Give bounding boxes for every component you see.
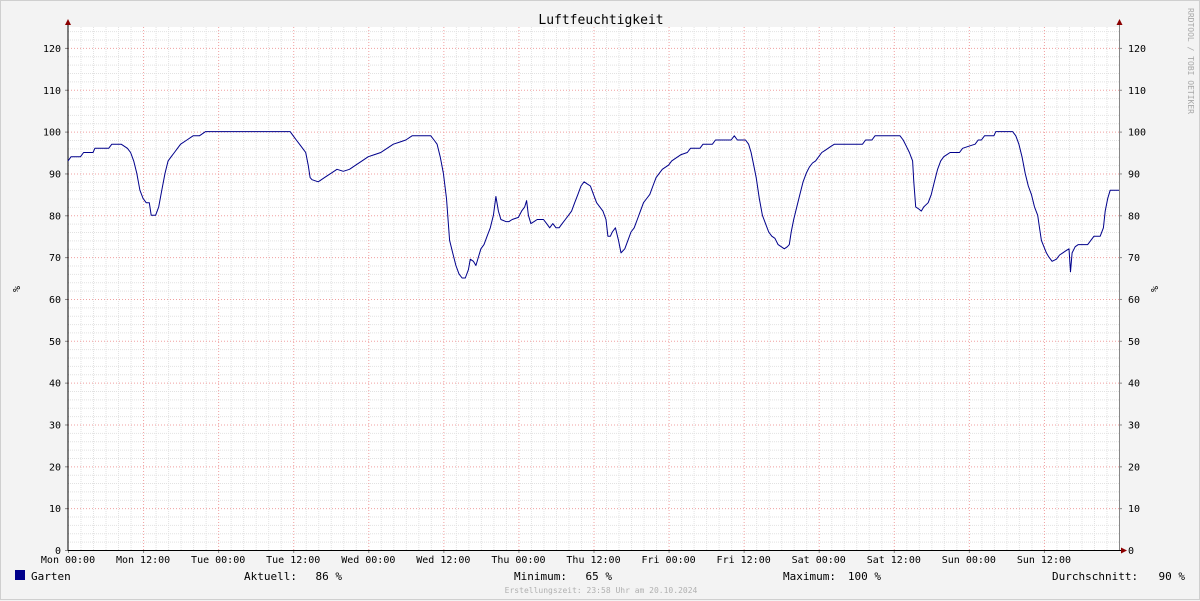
y-tick-label-right: 40: [1128, 379, 1140, 390]
y-tick-label-left: 100: [43, 128, 61, 139]
x-tick-label: Wed 12:00: [416, 555, 470, 566]
y-tick-label-right: 80: [1128, 211, 1140, 222]
stat-avg-label: Durchschnitt:: [1052, 570, 1138, 583]
stat-max-value: 100 %: [848, 570, 881, 583]
humidity-chart: 0 010 1020 2030 3040 4050 5060 6070 7080 8090 9010…: [10, 8, 1195, 595]
x-tick-label: Wed 00:00: [341, 555, 395, 566]
stat-avg-value: 90 %: [1159, 570, 1186, 583]
y-tick-label-right: 110: [1128, 86, 1146, 97]
stat-min-label: Minimum:: [514, 570, 567, 583]
legend-label-garten: Garten: [31, 570, 71, 583]
y-axis-arrow-right: [1116, 19, 1123, 25]
x-tick-label: Sun 12:00: [1017, 555, 1071, 566]
x-tick-label: Sat 00:00: [792, 555, 846, 566]
y-tick-label-right: 20: [1128, 462, 1140, 473]
y-axis-arrow-left: [65, 19, 71, 25]
legend-swatch-garten: [15, 570, 25, 580]
x-axis-arrow: [1121, 547, 1127, 554]
y-tick-label-left: 110: [43, 86, 61, 97]
y-tick-label-right: 10: [1128, 504, 1140, 515]
x-tick-label: Thu 00:00: [491, 555, 545, 566]
x-tick-label: Mon 12:00: [116, 555, 170, 566]
y-tick-label-right: 120: [1128, 44, 1146, 55]
y-tick-label-left: 70: [49, 253, 61, 264]
x-tick-label: Mon 00:00: [41, 555, 95, 566]
stat-current-value: 86 %: [316, 570, 343, 583]
y-tick-label-right: 30: [1128, 420, 1140, 431]
stat-max-label: Maximum:: [783, 570, 836, 583]
chart-title: Luftfeuchtigkeit: [538, 13, 663, 28]
x-tick-label: Thu 12:00: [566, 555, 620, 566]
creation-time: Erstellungszeit: 23:58 Uhr am 20.10.2024: [505, 586, 698, 595]
rrd-graph: 0 0 10 10 20 20 30 30 40 40 50 50 60 60 70 70 80 80 90 90 10…: [0, 0, 1200, 600]
y-tick-label-left: 20: [49, 462, 61, 473]
y-tick-label-left: 120: [43, 44, 61, 55]
y-tick-label-right: 100: [1128, 128, 1146, 139]
stat-min-value: 65 %: [586, 570, 613, 583]
x-tick-label: Fri 12:00: [717, 555, 771, 566]
y-axis-label-right: %: [1148, 286, 1159, 292]
stat-current-label: Aktuell:: [244, 570, 297, 583]
y-tick-label-left: 50: [49, 337, 61, 348]
y-tick-label-left: 90: [49, 169, 61, 180]
watermark: RRDTOOL / TOBI OETIKER: [1186, 8, 1195, 114]
x-tick-label: Sun 00:00: [942, 555, 996, 566]
y-tick-label-left: 80: [49, 211, 61, 222]
x-tick-label: Tue 00:00: [191, 555, 245, 566]
y-tick-label-left: 30: [49, 420, 61, 431]
x-tick-label: Sat 12:00: [867, 555, 921, 566]
y-tick-label-right: 70: [1128, 253, 1140, 264]
y-tick-label-right: 50: [1128, 337, 1140, 348]
y-tick-label-right: 90: [1128, 169, 1140, 180]
y-tick-label-left: 60: [49, 295, 61, 306]
y-axis-label-left: %: [10, 286, 21, 292]
x-tick-label: Fri 00:00: [641, 555, 695, 566]
y-tick-label-left: 10: [49, 504, 61, 515]
y-tick-label-right: 0: [1128, 546, 1134, 557]
y-tick-label-left: 40: [49, 379, 61, 390]
y-tick-label-right: 60: [1128, 295, 1140, 306]
x-tick-label: Tue 12:00: [266, 555, 320, 566]
